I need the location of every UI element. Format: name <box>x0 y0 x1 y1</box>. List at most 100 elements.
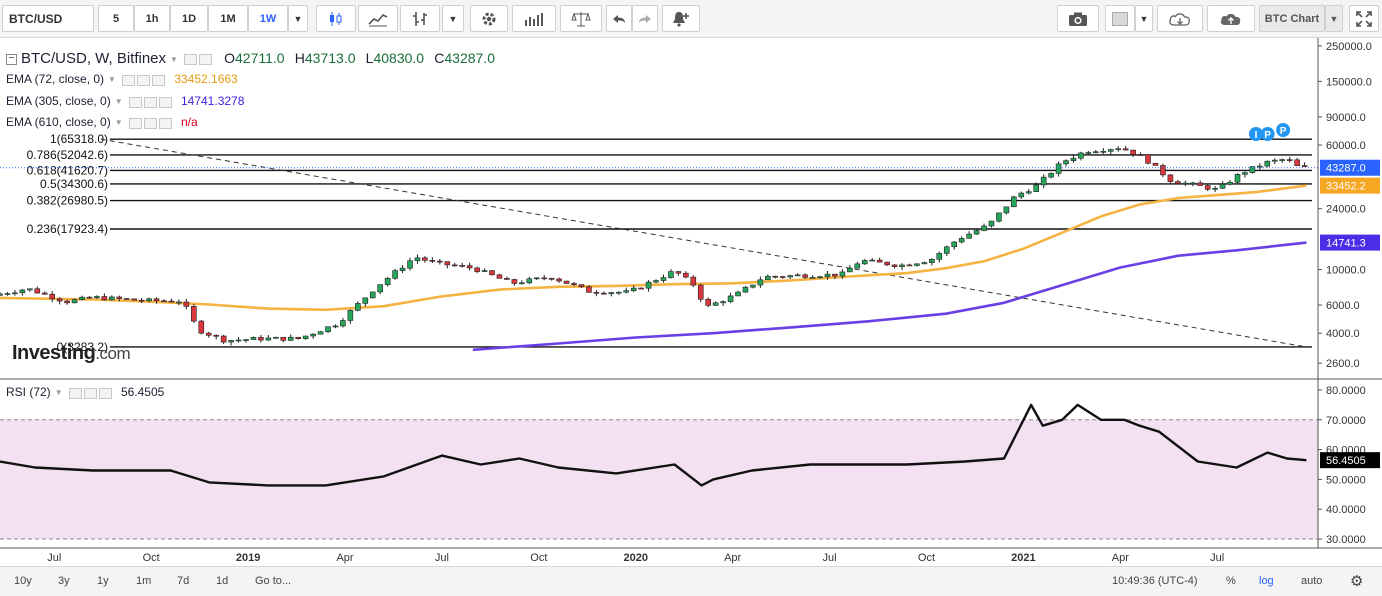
chart-canvas[interactable]: 1(65318.0)0.786(52042.6)0.618(41620.7)0.… <box>0 38 1382 565</box>
chart-style-dropdown-button[interactable]: ▼ <box>442 5 464 32</box>
range-1d-button[interactable]: 1d <box>216 575 228 587</box>
layout-name-button[interactable]: BTC Chart <box>1259 5 1325 32</box>
candle-body <box>839 271 846 277</box>
candlestick-style-button[interactable] <box>316 5 356 32</box>
legend-actions[interactable] <box>183 51 214 68</box>
candle-body <box>593 292 600 294</box>
eye-icon[interactable] <box>183 54 197 66</box>
interval-label: 1M <box>220 12 236 25</box>
interval-1h[interactable]: 1h <box>134 5 170 32</box>
fullscreen-button[interactable] <box>1349 5 1379 32</box>
candle-body <box>653 280 659 283</box>
ohlc-bars-icon <box>413 11 427 26</box>
candle-body <box>12 292 18 295</box>
chevron-down-icon[interactable]: ▼ <box>170 55 178 64</box>
range-1m-button[interactable]: 1m <box>136 575 151 587</box>
auto-scale-button[interactable]: auto <box>1301 575 1322 587</box>
candle-body <box>735 291 741 297</box>
candle-body <box>146 298 152 302</box>
candle-body <box>899 264 905 268</box>
interval-1m[interactable]: 1M <box>208 5 248 32</box>
chevron-down-icon[interactable]: ▼ <box>55 388 63 397</box>
candle-body <box>973 230 980 235</box>
candle-body <box>355 303 361 311</box>
gear-icon[interactable] <box>143 118 157 130</box>
eye-icon[interactable] <box>121 75 135 87</box>
layout-dropdown-button[interactable]: ▼ <box>1325 5 1343 32</box>
legend-actions[interactable] <box>128 95 174 109</box>
undo-icon <box>613 14 625 23</box>
gear-icon[interactable] <box>143 97 157 109</box>
candle-body <box>802 274 808 278</box>
close-icon[interactable] <box>98 388 112 400</box>
gear-icon[interactable]: ⚙ <box>1350 572 1363 590</box>
candle-body <box>56 298 63 302</box>
interval-dropdown-button[interactable]: ▼ <box>288 5 308 32</box>
top-toolbar: BTC/USD 5 1h 1D 1M 1W ▼ ▼ ▼ BTC Chart ▼ <box>0 0 1382 38</box>
candle-body <box>1204 185 1211 190</box>
eye-icon[interactable] <box>128 97 142 109</box>
background-dropdown-button[interactable]: ▼ <box>1135 5 1153 32</box>
candle-body <box>161 300 167 303</box>
close-icon[interactable] <box>158 97 172 109</box>
chevron-down-icon[interactable]: ▼ <box>115 97 123 106</box>
bars-style-button[interactable] <box>400 5 440 32</box>
background-color-button[interactable] <box>1105 5 1135 32</box>
indicators-button[interactable] <box>512 5 556 32</box>
legend-actions[interactable] <box>128 116 174 130</box>
legend-actions[interactable] <box>121 73 167 87</box>
ema72-label: EMA (72, close, 0) <box>6 72 105 86</box>
range-7d-button[interactable]: 7d <box>177 575 189 587</box>
undo-button[interactable] <box>606 5 632 32</box>
range-3y-button[interactable]: 3y <box>58 575 70 587</box>
candle-body <box>1137 154 1144 156</box>
percent-scale-button[interactable]: % <box>1226 575 1236 587</box>
candle-body <box>213 334 219 337</box>
interval-5[interactable]: 5 <box>98 5 134 32</box>
log-scale-button[interactable]: log <box>1259 575 1274 587</box>
layout-name-label: BTC Chart <box>1264 12 1320 25</box>
candle-body <box>168 300 175 303</box>
legend-actions[interactable] <box>68 386 114 400</box>
candle-body <box>1055 163 1062 174</box>
compare-button[interactable] <box>560 5 602 32</box>
range-10y-button[interactable]: 10y <box>14 575 32 587</box>
time-axis-label: Jul <box>47 552 61 564</box>
alert-button[interactable] <box>662 5 700 32</box>
screenshot-button[interactable] <box>1057 5 1099 32</box>
goto-button[interactable]: Go to... <box>255 575 291 587</box>
chevron-down-icon[interactable]: ▼ <box>115 118 123 127</box>
candle-body <box>228 340 234 343</box>
time-axis-label: Jul <box>1210 552 1224 564</box>
symbol-input[interactable]: BTC/USD <box>2 5 94 32</box>
candle-body <box>392 270 398 279</box>
gear-icon[interactable] <box>136 75 150 87</box>
chevron-down-icon[interactable]: ▼ <box>108 75 116 84</box>
close-icon[interactable] <box>158 118 172 130</box>
settings-button[interactable] <box>470 5 508 32</box>
candle-body <box>466 265 473 269</box>
close-icon[interactable] <box>151 75 165 87</box>
eye-icon[interactable] <box>68 388 82 400</box>
candle-body <box>235 339 242 342</box>
gear-icon[interactable] <box>198 54 212 66</box>
fib-level-label: 0.382(26980.5) <box>27 194 108 208</box>
rsi-axis-label: 70.0000 <box>1326 415 1366 427</box>
line-style-button[interactable] <box>358 5 398 32</box>
candle-body <box>772 275 779 278</box>
chart-area[interactable]: 1(65318.0) 0.786(52042.6) 0.618(41620.7) 0.… <box>0 38 1382 565</box>
candle-body <box>638 287 644 290</box>
legend-collapse-icon[interactable]: − <box>6 53 17 65</box>
interval-1w[interactable]: 1W <box>248 5 288 32</box>
candle-body <box>19 289 26 294</box>
eye-icon[interactable] <box>128 118 142 130</box>
high-value: 43713.0 <box>304 50 356 66</box>
redo-button[interactable] <box>632 5 658 32</box>
fib-level-label: 0.618(41620.7) <box>27 163 108 177</box>
gear-icon[interactable] <box>83 388 97 400</box>
candle-body <box>0 293 3 296</box>
interval-1d[interactable]: 1D <box>170 5 208 32</box>
range-1y-button[interactable]: 1y <box>97 575 109 587</box>
save-chart-button[interactable] <box>1207 5 1255 32</box>
load-chart-button[interactable] <box>1157 5 1203 32</box>
